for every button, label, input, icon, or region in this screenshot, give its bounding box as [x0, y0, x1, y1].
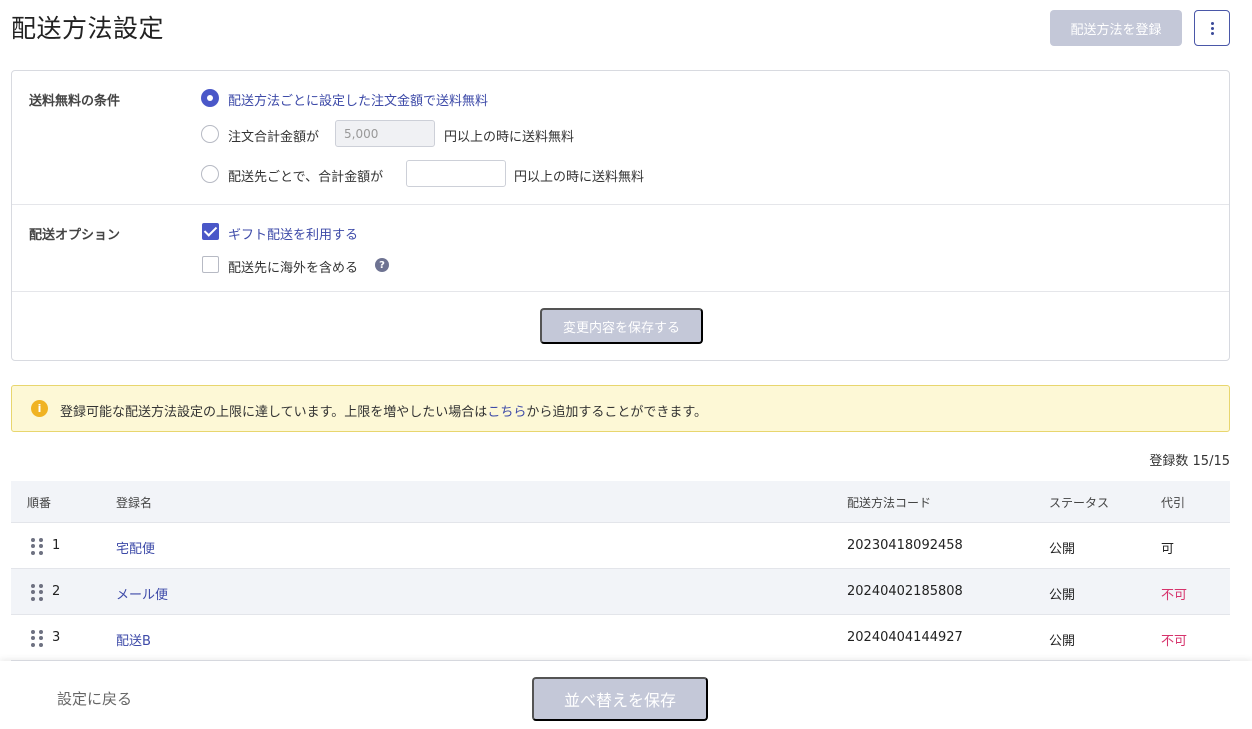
header-cod: 代引 [1161, 496, 1186, 510]
row-code: 20240402185808 [847, 584, 963, 599]
shipping-methods-table: 順番 登録名 配送方法コード ステータス 代引 1 宅配便 2023041809… [11, 481, 1230, 661]
overseas-shipping-checkbox[interactable] [202, 256, 219, 273]
row-order: 1 [52, 538, 61, 553]
free-shipping-per-destination-label: 配送先ごとで、合計金額が [228, 170, 384, 185]
header-name: 登録名 [116, 496, 153, 510]
row-cod: 不可 [1161, 588, 1188, 603]
row-code: 20240404144927 [847, 630, 963, 645]
free-shipping-order-total-label: 注文合計金額が [228, 130, 320, 145]
save-changes-button[interactable]: 変更内容を保存する [540, 308, 703, 344]
free-shipping-radio-per-destination[interactable] [201, 165, 219, 183]
notice-text: 登録可能な配送方法設定の上限に達しています。上限を増やしたい場合はこちらから追加… [60, 405, 708, 420]
settings-card: 送料無料の条件 配送方法ごとに設定した注文金額で送料無料 注文合計金額が 円以上… [11, 70, 1230, 361]
info-icon: i [31, 400, 48, 417]
free-shipping-radio-order-total[interactable] [201, 125, 219, 143]
save-order-button[interactable]: 並べ替えを保存 [532, 677, 708, 721]
free-shipping-radio-per-method[interactable] [201, 89, 219, 107]
shipping-options-label: 配送オプション [29, 228, 121, 243]
header-code: 配送方法コード [847, 496, 932, 510]
row-name-link[interactable]: 配送B [116, 630, 151, 649]
row-code: 20230418092458 [847, 538, 963, 553]
table-row: 3 配送B 20240404144927 公開 不可 [11, 615, 1230, 661]
free-shipping-label: 送料無料の条件 [29, 94, 121, 109]
drag-handle-icon[interactable] [31, 538, 43, 555]
drag-handle-icon[interactable] [31, 584, 43, 601]
footer-bar: 設定に戻る 並べ替えを保存 [0, 661, 1252, 729]
limit-notice: i 登録可能な配送方法設定の上限に達しています。上限を増やしたい場合はこちらから… [11, 385, 1230, 432]
overseas-shipping-label: 配送先に海外を含める [228, 261, 359, 276]
more-vertical-icon [1210, 21, 1214, 25]
page-title: 配送方法設定 [11, 14, 165, 43]
header-status: ステータス [1049, 496, 1110, 510]
free-shipping-option-per-method-label: 配送方法ごとに設定した注文金額で送料無料 [228, 94, 489, 109]
back-to-settings-link[interactable]: 設定に戻る [57, 688, 132, 709]
row-status: 公開 [1049, 588, 1076, 603]
gift-shipping-label: ギフト配送を利用する [228, 228, 359, 243]
row-status: 公開 [1049, 542, 1076, 557]
table-row: 1 宅配便 20230418092458 公開 可 [11, 523, 1230, 569]
section-divider [12, 291, 1229, 292]
row-name-link[interactable]: 宅配便 [116, 538, 155, 557]
order-total-amount-input[interactable] [335, 120, 435, 147]
free-shipping-per-destination-suffix: 円以上の時に送料無料 [514, 170, 645, 185]
free-shipping-order-total-suffix: 円以上の時に送料無料 [444, 130, 575, 145]
register-shipping-method-button[interactable]: 配送方法を登録 [1050, 10, 1182, 46]
drag-handle-icon[interactable] [31, 630, 43, 647]
notice-link[interactable]: こちら [487, 405, 526, 420]
section-divider [12, 204, 1229, 205]
table-row: 2 メール便 20240402185808 公開 不可 [11, 569, 1230, 615]
row-order: 3 [52, 630, 61, 645]
help-icon[interactable]: ? [375, 258, 389, 272]
table-header: 順番 登録名 配送方法コード ステータス 代引 [11, 481, 1230, 523]
row-status: 公開 [1049, 634, 1076, 649]
row-cod: 不可 [1161, 634, 1188, 649]
row-name-link[interactable]: メール便 [116, 584, 168, 603]
per-destination-amount-input[interactable] [406, 160, 506, 187]
header-order: 順番 [27, 496, 52, 510]
more-options-button[interactable] [1194, 10, 1230, 46]
registration-count: 登録数 15/15 [1149, 454, 1230, 469]
row-order: 2 [52, 584, 61, 599]
row-cod: 可 [1161, 542, 1175, 557]
gift-shipping-checkbox[interactable] [202, 223, 219, 240]
